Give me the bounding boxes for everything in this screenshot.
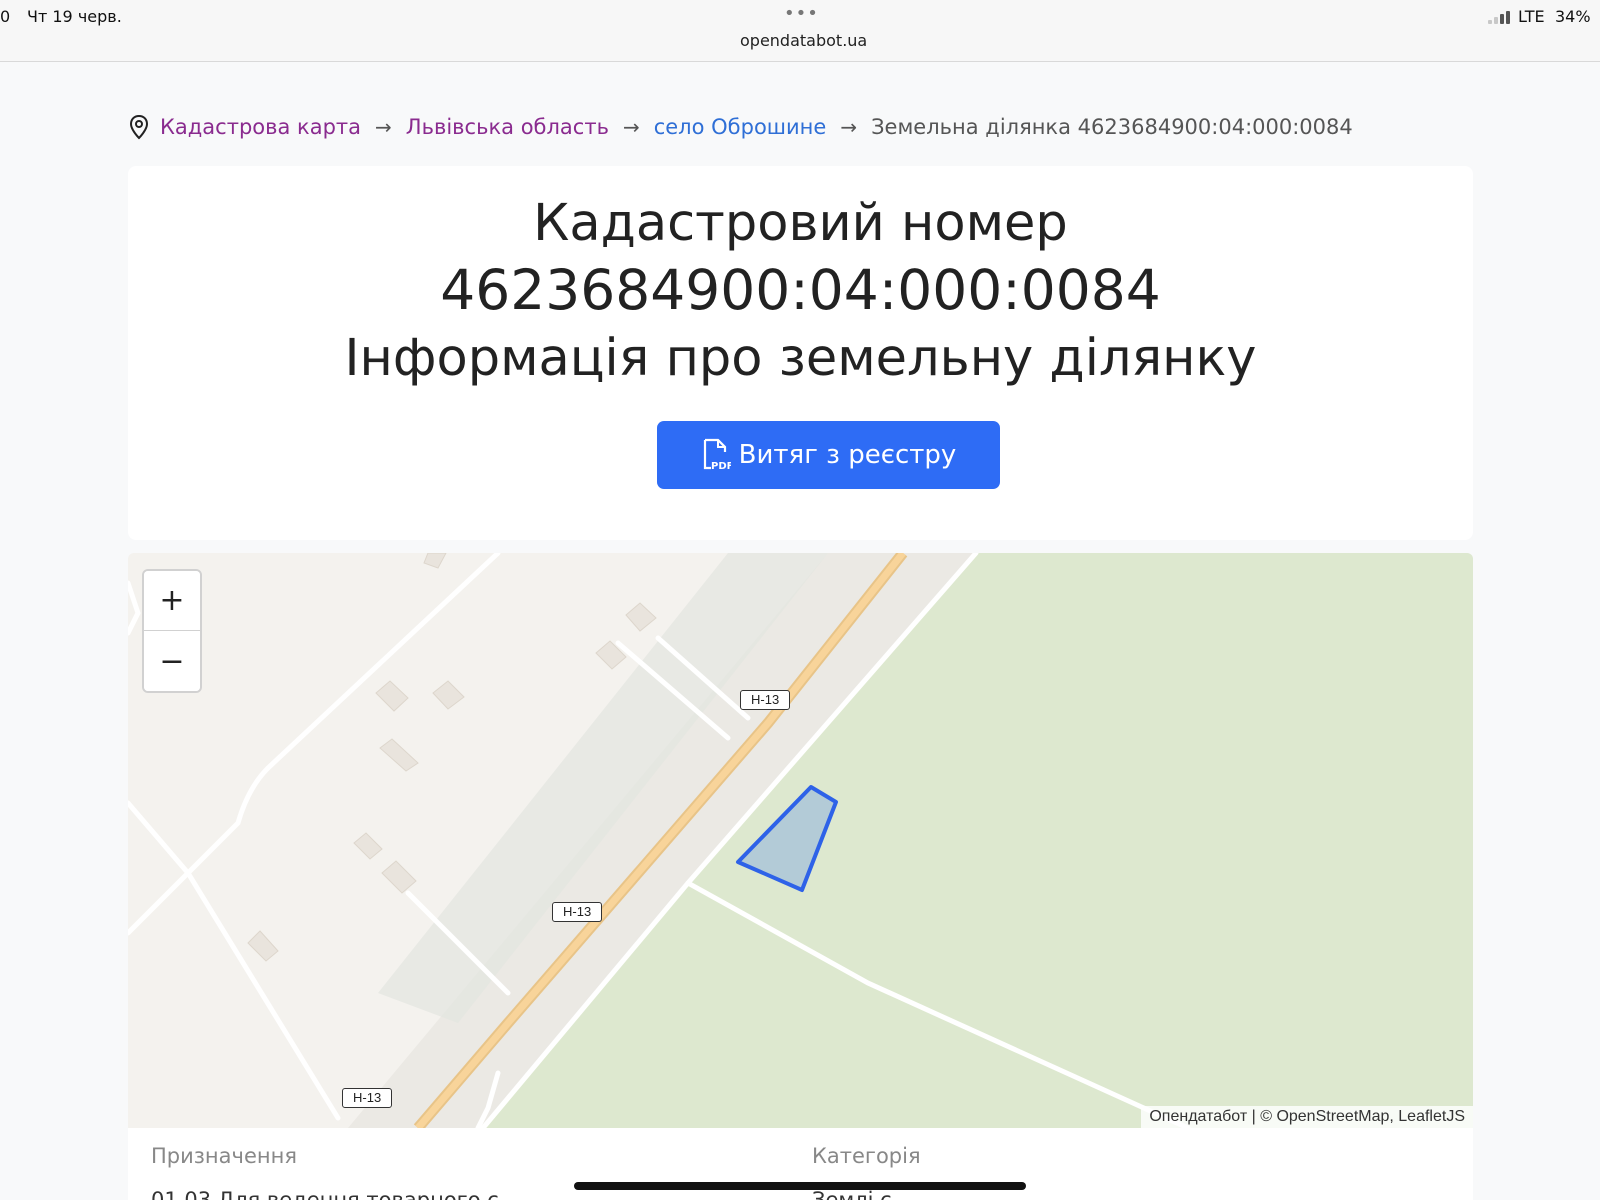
building	[432, 680, 465, 710]
breadcrumb-village[interactable]: село Оброшине	[654, 115, 827, 139]
road-label-h13: H-13	[552, 902, 603, 922]
status-time: 0	[0, 7, 11, 26]
breadcrumb-current: Земельна ділянка 4623684900:04:000:0084	[871, 115, 1353, 139]
purpose-label: Призначення	[151, 1144, 297, 1168]
building	[375, 680, 409, 712]
map-pin-icon	[129, 114, 149, 140]
network-type: LTE	[1518, 7, 1545, 26]
page-subtitle: Інформація про земельну ділянку	[344, 329, 1257, 388]
signal-icon	[1488, 10, 1514, 24]
breadcrumb: Кадастрова карта → Львівська область → с…	[128, 112, 1353, 142]
arrow-right-icon: →	[622, 115, 640, 139]
road-label-h13: H-13	[740, 690, 791, 710]
arrow-right-icon: →	[840, 115, 858, 139]
building	[625, 602, 657, 632]
road-label-h13: H-13	[342, 1088, 393, 1108]
home-indicator[interactable]	[574, 1182, 1026, 1190]
building	[379, 738, 419, 772]
battery-level: 34%	[1555, 7, 1591, 26]
street	[128, 870, 191, 936]
cadastral-map[interactable]: H-13 H-13 H-13 + − Опендатабот | © OpenS…	[128, 553, 1473, 1128]
registry-extract-button[interactable]: PDF Витяг з реєстру	[657, 421, 1000, 489]
header-card: Кадастровий номер 4623684900:04:000:0084…	[128, 166, 1473, 540]
arrow-right-icon: →	[375, 115, 392, 139]
map-tiles	[128, 553, 1473, 1128]
svg-text:PDF: PDF	[711, 461, 731, 472]
street	[128, 800, 341, 1121]
registry-extract-label: Витяг з реєстру	[738, 440, 957, 470]
breadcrumb-cadastral-map[interactable]: Кадастрова карта	[160, 115, 361, 139]
zoom-in-button[interactable]: +	[144, 571, 200, 631]
status-date: Чт 19 черв.	[27, 7, 122, 26]
pdf-file-icon: PDF	[703, 438, 731, 472]
building	[423, 553, 447, 569]
street	[185, 553, 501, 876]
zoom-out-button[interactable]: −	[144, 631, 200, 691]
category-label: Категорія	[812, 1144, 921, 1168]
status-bar: 0 Чт 19 черв. ••• opendatabot.ua LTE 34%	[0, 0, 1600, 62]
building	[381, 860, 417, 894]
purpose-value: 01.03 Для ведення товарного с	[151, 1188, 499, 1200]
breadcrumb-region[interactable]: Львівська область	[406, 115, 609, 139]
page-title: Кадастровий номер	[533, 194, 1068, 253]
address-bar-url[interactable]: opendatabot.ua	[740, 31, 867, 50]
building	[247, 930, 279, 962]
map-attribution[interactable]: Опендатабот | © OpenStreetMap, LeafletJS	[1141, 1106, 1473, 1128]
zoom-control: + −	[142, 569, 202, 693]
cadastral-number: 4623684900:04:000:0084	[440, 258, 1161, 322]
street	[128, 580, 141, 636]
building	[353, 832, 383, 860]
more-dots-icon[interactable]: •••	[784, 3, 819, 24]
